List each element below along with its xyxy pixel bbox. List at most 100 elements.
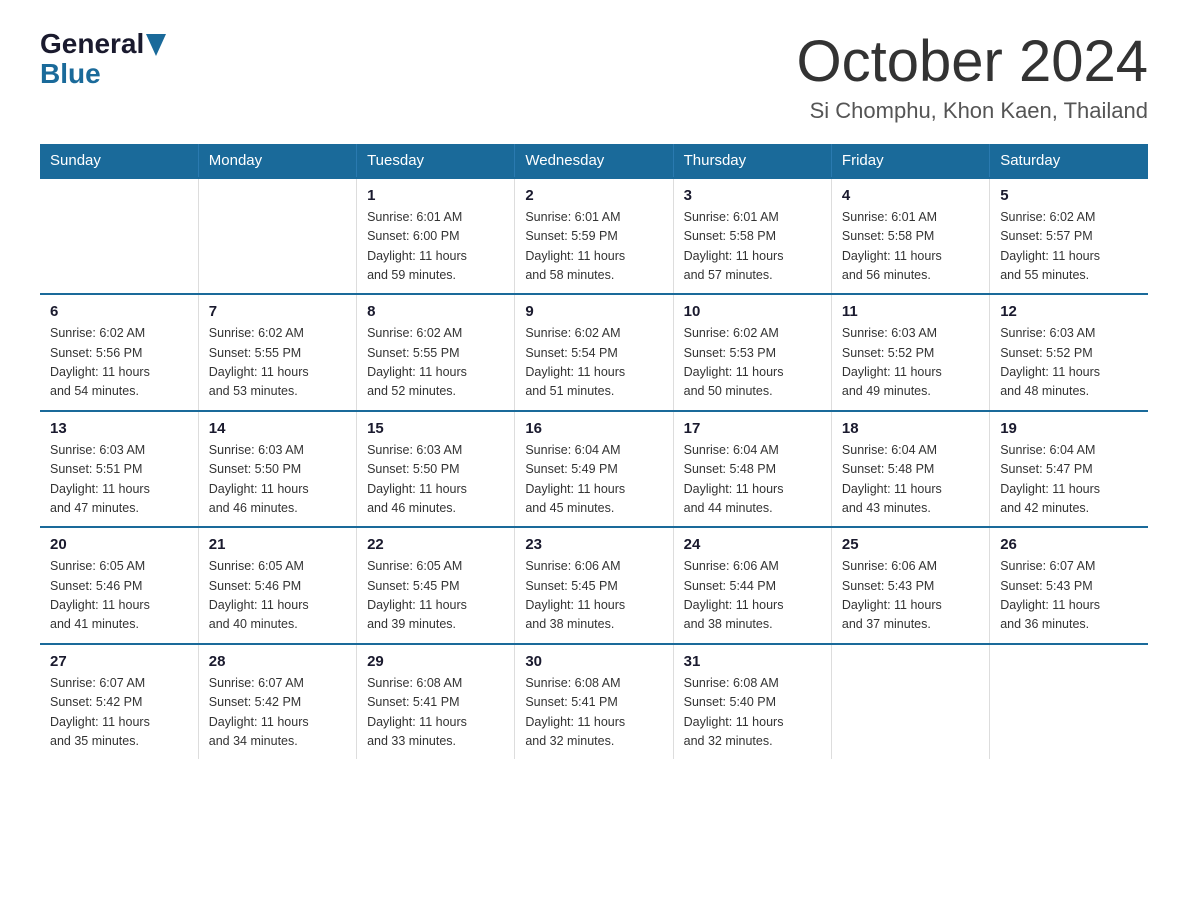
- day-info: Sunrise: 6:01 AM Sunset: 5:59 PM Dayligh…: [525, 210, 625, 282]
- day-info: Sunrise: 6:03 AM Sunset: 5:50 PM Dayligh…: [367, 443, 467, 515]
- day-number: 17: [684, 420, 821, 437]
- day-info: Sunrise: 6:03 AM Sunset: 5:52 PM Dayligh…: [842, 326, 942, 398]
- day-number: 4: [842, 187, 979, 204]
- calendar-cell: 17 Sunrise: 6:04 AM Sunset: 5:48 PM Dayli…: [673, 411, 831, 528]
- day-number: 30: [525, 653, 662, 670]
- calendar-cell: 12 Sunrise: 6:03 AM Sunset: 5:52 PM Dayli…: [990, 294, 1148, 411]
- calendar-cell: 21 Sunrise: 6:05 AM Sunset: 5:46 PM Dayli…: [198, 527, 356, 644]
- day-number: 9: [525, 303, 662, 320]
- day-info: Sunrise: 6:02 AM Sunset: 5:57 PM Dayligh…: [1000, 210, 1100, 282]
- day-info: Sunrise: 6:07 AM Sunset: 5:43 PM Dayligh…: [1000, 559, 1100, 631]
- page-title: October 2024: [797, 30, 1148, 94]
- calendar-week-row: 1Sunrise: 6:01 AM Sunset: 6:00 PM Daylig…: [40, 178, 1148, 295]
- day-of-week-header: Sunday: [40, 144, 198, 178]
- day-number: 19: [1000, 420, 1138, 437]
- day-info: Sunrise: 6:08 AM Sunset: 5:40 PM Dayligh…: [684, 676, 784, 748]
- day-info: Sunrise: 6:04 AM Sunset: 5:47 PM Dayligh…: [1000, 443, 1100, 515]
- day-info: Sunrise: 6:04 AM Sunset: 5:49 PM Dayligh…: [525, 443, 625, 515]
- day-number: 15: [367, 420, 504, 437]
- calendar-table: SundayMondayTuesdayWednesdayThursdayFrid…: [40, 144, 1148, 760]
- day-number: 7: [209, 303, 346, 320]
- day-number: 27: [50, 653, 188, 670]
- calendar-cell: 1Sunrise: 6:01 AM Sunset: 6:00 PM Daylig…: [357, 178, 515, 295]
- day-number: 29: [367, 653, 504, 670]
- calendar-cell: 13 Sunrise: 6:03 AM Sunset: 5:51 PM Dayli…: [40, 411, 198, 528]
- day-number: 25: [842, 536, 979, 553]
- logo-triangle-icon: [146, 34, 166, 56]
- day-number: 20: [50, 536, 188, 553]
- calendar-cell: 18Sunrise: 6:04 AM Sunset: 5:48 PM Dayli…: [831, 411, 989, 528]
- calendar-cell: 4 Sunrise: 6:01 AM Sunset: 5:58 PM Daylig…: [831, 178, 989, 295]
- logo-general-text: General: [40, 30, 144, 58]
- calendar-cell: 24Sunrise: 6:06 AM Sunset: 5:44 PM Dayli…: [673, 527, 831, 644]
- day-number: 18: [842, 420, 979, 437]
- calendar-cell: [40, 178, 198, 295]
- day-of-week-header: Thursday: [673, 144, 831, 178]
- calendar-cell: 27Sunrise: 6:07 AM Sunset: 5:42 PM Dayli…: [40, 644, 198, 760]
- day-info: Sunrise: 6:02 AM Sunset: 5:55 PM Dayligh…: [367, 326, 467, 398]
- day-info: Sunrise: 6:01 AM Sunset: 5:58 PM Dayligh…: [684, 210, 784, 282]
- day-info: Sunrise: 6:01 AM Sunset: 5:58 PM Dayligh…: [842, 210, 942, 282]
- title-area: October 2024 Si Chomphu, Khon Kaen, Thai…: [797, 30, 1148, 124]
- day-number: 10: [684, 303, 821, 320]
- day-info: Sunrise: 6:06 AM Sunset: 5:45 PM Dayligh…: [525, 559, 625, 631]
- day-of-week-header: Saturday: [990, 144, 1148, 178]
- day-of-week-header: Tuesday: [357, 144, 515, 178]
- calendar-cell: 26 Sunrise: 6:07 AM Sunset: 5:43 PM Dayli…: [990, 527, 1148, 644]
- day-number: 3: [684, 187, 821, 204]
- calendar-cell: 11Sunrise: 6:03 AM Sunset: 5:52 PM Dayli…: [831, 294, 989, 411]
- day-of-week-header: Wednesday: [515, 144, 673, 178]
- day-info: Sunrise: 6:08 AM Sunset: 5:41 PM Dayligh…: [525, 676, 625, 748]
- logo: General Blue: [40, 30, 168, 90]
- calendar-cell: 31 Sunrise: 6:08 AM Sunset: 5:40 PM Dayli…: [673, 644, 831, 760]
- page-header: General Blue October 2024 Si Chomphu, Kh…: [40, 30, 1148, 124]
- day-number: 23: [525, 536, 662, 553]
- day-info: Sunrise: 6:04 AM Sunset: 5:48 PM Dayligh…: [684, 443, 784, 515]
- day-number: 28: [209, 653, 346, 670]
- day-number: 12: [1000, 303, 1138, 320]
- calendar-cell: 25 Sunrise: 6:06 AM Sunset: 5:43 PM Dayli…: [831, 527, 989, 644]
- day-info: Sunrise: 6:03 AM Sunset: 5:51 PM Dayligh…: [50, 443, 150, 515]
- calendar-cell: [198, 178, 356, 295]
- day-info: Sunrise: 6:03 AM Sunset: 5:50 PM Dayligh…: [209, 443, 309, 515]
- day-of-week-header: Monday: [198, 144, 356, 178]
- day-info: Sunrise: 6:02 AM Sunset: 5:54 PM Dayligh…: [525, 326, 625, 398]
- day-number: 2: [525, 187, 662, 204]
- calendar-cell: 9 Sunrise: 6:02 AM Sunset: 5:54 PM Daylig…: [515, 294, 673, 411]
- day-number: 22: [367, 536, 504, 553]
- calendar-cell: 16 Sunrise: 6:04 AM Sunset: 5:49 PM Dayli…: [515, 411, 673, 528]
- calendar-cell: 28 Sunrise: 6:07 AM Sunset: 5:42 PM Dayli…: [198, 644, 356, 760]
- calendar-cell: 7 Sunrise: 6:02 AM Sunset: 5:55 PM Daylig…: [198, 294, 356, 411]
- day-number: 26: [1000, 536, 1138, 553]
- day-info: Sunrise: 6:02 AM Sunset: 5:53 PM Dayligh…: [684, 326, 784, 398]
- calendar-week-row: 13 Sunrise: 6:03 AM Sunset: 5:51 PM Dayli…: [40, 411, 1148, 528]
- day-number: 16: [525, 420, 662, 437]
- calendar-week-row: 6 Sunrise: 6:02 AM Sunset: 5:56 PM Daylig…: [40, 294, 1148, 411]
- logo-blue-text: Blue: [40, 58, 101, 90]
- day-number: 6: [50, 303, 188, 320]
- calendar-cell: 3 Sunrise: 6:01 AM Sunset: 5:58 PM Daylig…: [673, 178, 831, 295]
- day-of-week-header: Friday: [831, 144, 989, 178]
- calendar-cell: 14 Sunrise: 6:03 AM Sunset: 5:50 PM Dayli…: [198, 411, 356, 528]
- day-info: Sunrise: 6:02 AM Sunset: 5:56 PM Dayligh…: [50, 326, 150, 398]
- day-info: Sunrise: 6:06 AM Sunset: 5:43 PM Dayligh…: [842, 559, 942, 631]
- calendar-cell: 5 Sunrise: 6:02 AM Sunset: 5:57 PM Daylig…: [990, 178, 1148, 295]
- calendar-cell: 10 Sunrise: 6:02 AM Sunset: 5:53 PM Dayli…: [673, 294, 831, 411]
- day-info: Sunrise: 6:05 AM Sunset: 5:46 PM Dayligh…: [209, 559, 309, 631]
- day-info: Sunrise: 6:05 AM Sunset: 5:45 PM Dayligh…: [367, 559, 467, 631]
- day-number: 14: [209, 420, 346, 437]
- calendar-header-row: SundayMondayTuesdayWednesdayThursdayFrid…: [40, 144, 1148, 178]
- calendar-cell: 22 Sunrise: 6:05 AM Sunset: 5:45 PM Dayli…: [357, 527, 515, 644]
- day-info: Sunrise: 6:05 AM Sunset: 5:46 PM Dayligh…: [50, 559, 150, 631]
- day-info: Sunrise: 6:02 AM Sunset: 5:55 PM Dayligh…: [209, 326, 309, 398]
- day-number: 13: [50, 420, 188, 437]
- calendar-cell: 19 Sunrise: 6:04 AM Sunset: 5:47 PM Dayli…: [990, 411, 1148, 528]
- day-info: Sunrise: 6:03 AM Sunset: 5:52 PM Dayligh…: [1000, 326, 1100, 398]
- day-number: 5: [1000, 187, 1138, 204]
- day-number: 31: [684, 653, 821, 670]
- calendar-cell: 6 Sunrise: 6:02 AM Sunset: 5:56 PM Daylig…: [40, 294, 198, 411]
- day-number: 21: [209, 536, 346, 553]
- calendar-cell: 15 Sunrise: 6:03 AM Sunset: 5:50 PM Dayli…: [357, 411, 515, 528]
- day-info: Sunrise: 6:01 AM Sunset: 6:00 PM Dayligh…: [367, 210, 467, 282]
- day-info: Sunrise: 6:07 AM Sunset: 5:42 PM Dayligh…: [209, 676, 309, 748]
